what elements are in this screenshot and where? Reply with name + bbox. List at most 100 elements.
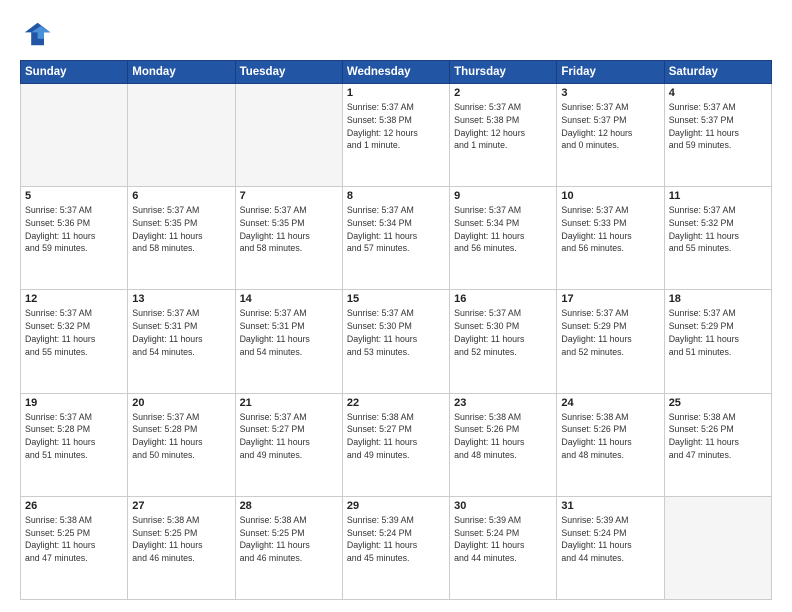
- day-info: Sunrise: 5:38 AM Sunset: 5:26 PM Dayligh…: [454, 411, 552, 462]
- day-info: Sunrise: 5:37 AM Sunset: 5:30 PM Dayligh…: [347, 307, 445, 358]
- day-number: 3: [561, 87, 659, 99]
- day-info: Sunrise: 5:37 AM Sunset: 5:27 PM Dayligh…: [240, 411, 338, 462]
- day-cell: 20 Sunrise: 5:37 AM Sunset: 5:28 PM Dayli…: [128, 393, 235, 496]
- day-cell: 4 Sunrise: 5:37 AM Sunset: 5:37 PM Daylig…: [664, 84, 771, 187]
- day-info: Sunrise: 5:39 AM Sunset: 5:24 PM Dayligh…: [561, 514, 659, 565]
- day-info: Sunrise: 5:38 AM Sunset: 5:25 PM Dayligh…: [240, 514, 338, 565]
- day-number: 22: [347, 397, 445, 409]
- day-number: 30: [454, 500, 552, 512]
- day-info: Sunrise: 5:37 AM Sunset: 5:31 PM Dayligh…: [132, 307, 230, 358]
- day-number: 11: [669, 190, 767, 202]
- day-number: 14: [240, 293, 338, 305]
- day-info: Sunrise: 5:38 AM Sunset: 5:25 PM Dayligh…: [132, 514, 230, 565]
- day-info: Sunrise: 5:37 AM Sunset: 5:28 PM Dayligh…: [132, 411, 230, 462]
- day-cell: 21 Sunrise: 5:37 AM Sunset: 5:27 PM Dayli…: [235, 393, 342, 496]
- day-cell: 10 Sunrise: 5:37 AM Sunset: 5:33 PM Dayli…: [557, 187, 664, 290]
- day-info: Sunrise: 5:39 AM Sunset: 5:24 PM Dayligh…: [454, 514, 552, 565]
- day-info: Sunrise: 5:38 AM Sunset: 5:26 PM Dayligh…: [561, 411, 659, 462]
- day-info: Sunrise: 5:37 AM Sunset: 5:34 PM Dayligh…: [454, 204, 552, 255]
- day-number: 20: [132, 397, 230, 409]
- day-info: Sunrise: 5:37 AM Sunset: 5:35 PM Dayligh…: [132, 204, 230, 255]
- day-info: Sunrise: 5:37 AM Sunset: 5:37 PM Dayligh…: [561, 101, 659, 152]
- day-info: Sunrise: 5:37 AM Sunset: 5:28 PM Dayligh…: [25, 411, 123, 462]
- day-info: Sunrise: 5:39 AM Sunset: 5:24 PM Dayligh…: [347, 514, 445, 565]
- day-number: 8: [347, 190, 445, 202]
- logo-icon: [20, 18, 52, 50]
- day-number: 7: [240, 190, 338, 202]
- day-number: 4: [669, 87, 767, 99]
- day-cell: [128, 84, 235, 187]
- day-number: 13: [132, 293, 230, 305]
- day-number: 28: [240, 500, 338, 512]
- day-info: Sunrise: 5:37 AM Sunset: 5:37 PM Dayligh…: [669, 101, 767, 152]
- day-number: 25: [669, 397, 767, 409]
- day-info: Sunrise: 5:37 AM Sunset: 5:35 PM Dayligh…: [240, 204, 338, 255]
- day-cell: 12Sunrise: 5:37 AM Sunset: 5:32 PM Dayli…: [21, 290, 128, 393]
- day-cell: [235, 84, 342, 187]
- weekday-header-monday: Monday: [128, 61, 235, 84]
- day-cell: 2 Sunrise: 5:37 AM Sunset: 5:38 PM Daylig…: [450, 84, 557, 187]
- weekday-header-sunday: Sunday: [21, 61, 128, 84]
- day-cell: 17Sunrise: 5:37 AM Sunset: 5:29 PM Dayli…: [557, 290, 664, 393]
- day-info: Sunrise: 5:37 AM Sunset: 5:32 PM Dayligh…: [669, 204, 767, 255]
- day-info: Sunrise: 5:37 AM Sunset: 5:34 PM Dayligh…: [347, 204, 445, 255]
- day-number: 27: [132, 500, 230, 512]
- weekday-header-row: SundayMondayTuesdayWednesdayThursdayFrid…: [21, 61, 772, 84]
- day-cell: 29Sunrise: 5:39 AM Sunset: 5:24 PM Dayli…: [342, 496, 449, 599]
- day-cell: 14 Sunrise: 5:37 AM Sunset: 5:31 PM Dayli…: [235, 290, 342, 393]
- day-number: 31: [561, 500, 659, 512]
- week-row-5: 26 Sunrise: 5:38 AM Sunset: 5:25 PM Dayli…: [21, 496, 772, 599]
- day-cell: 9 Sunrise: 5:37 AM Sunset: 5:34 PM Daylig…: [450, 187, 557, 290]
- week-row-3: 12Sunrise: 5:37 AM Sunset: 5:32 PM Dayli…: [21, 290, 772, 393]
- day-cell: 27 Sunrise: 5:38 AM Sunset: 5:25 PM Dayli…: [128, 496, 235, 599]
- day-cell: 1 Sunrise: 5:37 AM Sunset: 5:38 PM Daylig…: [342, 84, 449, 187]
- day-cell: 3 Sunrise: 5:37 AM Sunset: 5:37 PM Daylig…: [557, 84, 664, 187]
- header: [20, 18, 772, 50]
- day-info: Sunrise: 5:37 AM Sunset: 5:36 PM Dayligh…: [25, 204, 123, 255]
- day-number: 5: [25, 190, 123, 202]
- day-number: 10: [561, 190, 659, 202]
- day-number: 2: [454, 87, 552, 99]
- day-info: Sunrise: 5:37 AM Sunset: 5:38 PM Dayligh…: [454, 101, 552, 152]
- day-cell: 16 Sunrise: 5:37 AM Sunset: 5:30 PM Dayli…: [450, 290, 557, 393]
- day-cell: 13 Sunrise: 5:37 AM Sunset: 5:31 PM Dayli…: [128, 290, 235, 393]
- day-info: Sunrise: 5:37 AM Sunset: 5:29 PM Dayligh…: [669, 307, 767, 358]
- day-info: Sunrise: 5:37 AM Sunset: 5:29 PM Dayligh…: [561, 307, 659, 358]
- day-number: 24: [561, 397, 659, 409]
- day-number: 21: [240, 397, 338, 409]
- day-cell: 6 Sunrise: 5:37 AM Sunset: 5:35 PM Daylig…: [128, 187, 235, 290]
- day-number: 6: [132, 190, 230, 202]
- page: SundayMondayTuesdayWednesdayThursdayFrid…: [0, 0, 792, 612]
- day-number: 16: [454, 293, 552, 305]
- week-row-4: 19 Sunrise: 5:37 AM Sunset: 5:28 PM Dayli…: [21, 393, 772, 496]
- day-info: Sunrise: 5:37 AM Sunset: 5:32 PM Dayligh…: [25, 307, 123, 358]
- day-info: Sunrise: 5:38 AM Sunset: 5:27 PM Dayligh…: [347, 411, 445, 462]
- day-cell: 11 Sunrise: 5:37 AM Sunset: 5:32 PM Dayli…: [664, 187, 771, 290]
- day-info: Sunrise: 5:37 AM Sunset: 5:38 PM Dayligh…: [347, 101, 445, 152]
- day-info: Sunrise: 5:37 AM Sunset: 5:31 PM Dayligh…: [240, 307, 338, 358]
- weekday-header-tuesday: Tuesday: [235, 61, 342, 84]
- day-info: Sunrise: 5:38 AM Sunset: 5:25 PM Dayligh…: [25, 514, 123, 565]
- day-cell: 31 Sunrise: 5:39 AM Sunset: 5:24 PM Dayli…: [557, 496, 664, 599]
- day-cell: 24 Sunrise: 5:38 AM Sunset: 5:26 PM Dayli…: [557, 393, 664, 496]
- day-number: 18: [669, 293, 767, 305]
- calendar: SundayMondayTuesdayWednesdayThursdayFrid…: [20, 60, 772, 600]
- day-number: 19: [25, 397, 123, 409]
- day-number: 26: [25, 500, 123, 512]
- weekday-header-saturday: Saturday: [664, 61, 771, 84]
- logo: [20, 18, 56, 50]
- day-cell: 28 Sunrise: 5:38 AM Sunset: 5:25 PM Dayli…: [235, 496, 342, 599]
- day-cell: 19 Sunrise: 5:37 AM Sunset: 5:28 PM Dayli…: [21, 393, 128, 496]
- day-info: Sunrise: 5:37 AM Sunset: 5:30 PM Dayligh…: [454, 307, 552, 358]
- day-cell: 5 Sunrise: 5:37 AM Sunset: 5:36 PM Daylig…: [21, 187, 128, 290]
- day-cell: 8 Sunrise: 5:37 AM Sunset: 5:34 PM Daylig…: [342, 187, 449, 290]
- day-info: Sunrise: 5:37 AM Sunset: 5:33 PM Dayligh…: [561, 204, 659, 255]
- day-number: 9: [454, 190, 552, 202]
- day-number: 1: [347, 87, 445, 99]
- day-cell: 25Sunrise: 5:38 AM Sunset: 5:26 PM Dayli…: [664, 393, 771, 496]
- day-number: 15: [347, 293, 445, 305]
- weekday-header-friday: Friday: [557, 61, 664, 84]
- day-cell: [21, 84, 128, 187]
- day-cell: 26 Sunrise: 5:38 AM Sunset: 5:25 PM Dayli…: [21, 496, 128, 599]
- weekday-header-thursday: Thursday: [450, 61, 557, 84]
